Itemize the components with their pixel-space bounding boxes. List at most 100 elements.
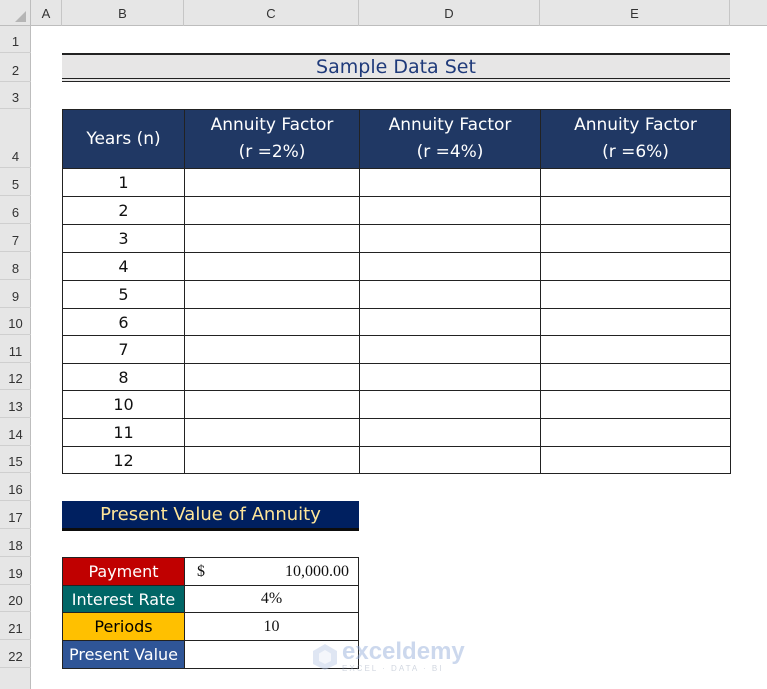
row-header-12[interactable]: 12 — [0, 363, 31, 390]
row-header-19[interactable]: 19 — [0, 557, 31, 585]
annuity-factor-cell[interactable] — [184, 196, 360, 225]
years-cell[interactable]: 6 — [62, 308, 185, 336]
annuity-factor-cell[interactable] — [184, 308, 360, 336]
row-header-5[interactable]: 5 — [0, 168, 31, 196]
row-header-8[interactable]: 8 — [0, 252, 31, 280]
annuity-factor-cell[interactable] — [540, 363, 731, 391]
header-annuity-2-line1: Annuity Factor — [210, 115, 334, 135]
years-cell[interactable]: 10 — [62, 390, 185, 419]
years-cell[interactable]: 11 — [62, 418, 185, 447]
column-header-d[interactable]: D — [359, 0, 540, 26]
row-header-4[interactable]: 4 — [0, 109, 31, 168]
header-annuity-2[interactable]: Annuity Factor (r =2%) — [184, 109, 360, 169]
column-header-bar: A B C D E — [0, 0, 767, 26]
header-annuity-6-line2: (r =6%) — [602, 142, 669, 162]
row-header-14[interactable]: 14 — [0, 418, 31, 446]
years-cell[interactable]: 2 — [62, 196, 185, 225]
annuity-factor-cell[interactable] — [184, 363, 360, 391]
row-header-6[interactable]: 6 — [0, 196, 31, 224]
pv-label-payment[interactable]: Payment — [62, 557, 185, 586]
annuity-factor-cell[interactable] — [359, 390, 541, 419]
pv-value-interest-rate[interactable]: 4% — [184, 585, 359, 613]
column-header-c[interactable]: C — [184, 0, 359, 26]
annuity-factor-cell[interactable] — [540, 168, 731, 197]
annuity-factor-cell[interactable] — [359, 196, 541, 225]
header-annuity-4-line2: (r =4%) — [416, 142, 484, 162]
exceldemy-logo-icon — [313, 643, 337, 670]
annuity-factor-cell[interactable] — [359, 280, 541, 309]
annuity-factor-cell[interactable] — [540, 252, 731, 281]
header-annuity-6-line1: Annuity Factor — [574, 115, 697, 135]
annuity-factor-cell[interactable] — [184, 168, 360, 197]
row-header-1[interactable]: 1 — [0, 26, 31, 53]
annuity-factor-cell[interactable] — [359, 418, 541, 447]
header-annuity-2-line2: (r =2%) — [238, 142, 306, 162]
years-cell[interactable]: 1 — [62, 168, 185, 197]
annuity-factor-cell[interactable] — [184, 252, 360, 281]
annuity-factor-cell[interactable] — [359, 168, 541, 197]
annuity-factor-cell[interactable] — [359, 252, 541, 281]
payment-amount: 10,000.00 — [285, 562, 349, 580]
pv-label-present-value[interactable]: Present Value — [62, 640, 185, 669]
annuity-factor-cell[interactable] — [359, 446, 541, 474]
row-header-10[interactable]: 10 — [0, 308, 31, 335]
row-header-15[interactable]: 15 — [0, 446, 31, 473]
row-header-3[interactable]: 3 — [0, 82, 31, 109]
row-header-2[interactable]: 2 — [0, 53, 31, 82]
annuity-factor-cell[interactable] — [359, 308, 541, 336]
annuity-factor-cell[interactable] — [184, 280, 360, 309]
annuity-factor-cell[interactable] — [540, 446, 731, 474]
select-all-triangle-icon — [15, 11, 26, 22]
pv-value-payment[interactable]: $10,000.00 — [184, 557, 359, 586]
header-annuity-4[interactable]: Annuity Factor (r =4%) — [359, 109, 541, 169]
pv-label-interest-rate[interactable]: Interest Rate — [62, 585, 185, 613]
sample-data-set-title: Sample Data Set — [62, 53, 730, 82]
annuity-factor-cell[interactable] — [359, 363, 541, 391]
header-years[interactable]: Years (n) — [62, 109, 185, 169]
years-cell[interactable]: 3 — [62, 224, 185, 253]
exceldemy-watermark: exceldemy EXCEL · DATA · BI — [312, 640, 465, 673]
header-annuity-4-line1: Annuity Factor — [388, 115, 512, 135]
row-header-13[interactable]: 13 — [0, 390, 31, 418]
column-header-e[interactable]: E — [540, 0, 730, 26]
annuity-factor-cell[interactable] — [184, 335, 360, 364]
years-cell[interactable]: 7 — [62, 335, 185, 364]
years-cell[interactable]: 12 — [62, 446, 185, 474]
row-header-22[interactable]: 22 — [0, 640, 31, 668]
column-header-f[interactable] — [730, 0, 767, 26]
annuity-factor-cell[interactable] — [540, 418, 731, 447]
pv-value-periods[interactable]: 10 — [184, 612, 359, 641]
annuity-factor-cell[interactable] — [540, 308, 731, 336]
currency-symbol: $ — [197, 562, 205, 580]
row-header-18[interactable]: 18 — [0, 529, 31, 557]
header-years-label: Years (n) — [86, 128, 161, 149]
annuity-factor-cell[interactable] — [359, 335, 541, 364]
column-header-a[interactable]: A — [31, 0, 62, 26]
years-cell[interactable]: 8 — [62, 363, 185, 391]
row-header-20[interactable]: 20 — [0, 585, 31, 612]
annuity-factor-cell[interactable] — [184, 390, 360, 419]
annuity-factor-cell[interactable] — [540, 280, 731, 309]
row-header-21[interactable]: 21 — [0, 612, 31, 640]
annuity-factor-cell[interactable] — [359, 224, 541, 253]
years-cell[interactable]: 4 — [62, 252, 185, 281]
present-value-title: Present Value of Annuity — [62, 501, 359, 531]
annuity-factor-cell[interactable] — [540, 335, 731, 364]
column-header-b[interactable]: B — [62, 0, 184, 26]
pv-label-periods[interactable]: Periods — [62, 612, 185, 641]
row-header-11[interactable]: 11 — [0, 335, 31, 363]
row-header-7[interactable]: 7 — [0, 224, 31, 252]
years-cell[interactable]: 5 — [62, 280, 185, 309]
annuity-factor-cell[interactable] — [540, 390, 731, 419]
select-all-button[interactable] — [0, 0, 31, 26]
annuity-factor-cell[interactable] — [184, 418, 360, 447]
annuity-factor-cell[interactable] — [184, 224, 360, 253]
watermark-main-text: exceldemy — [342, 638, 465, 665]
annuity-factor-cell[interactable] — [184, 446, 360, 474]
row-header-9[interactable]: 9 — [0, 280, 31, 308]
row-header-17[interactable]: 17 — [0, 501, 31, 529]
header-annuity-6[interactable]: Annuity Factor (r =6%) — [540, 109, 731, 169]
row-header-16[interactable]: 16 — [0, 473, 31, 501]
annuity-factor-cell[interactable] — [540, 196, 731, 225]
annuity-factor-cell[interactable] — [540, 224, 731, 253]
